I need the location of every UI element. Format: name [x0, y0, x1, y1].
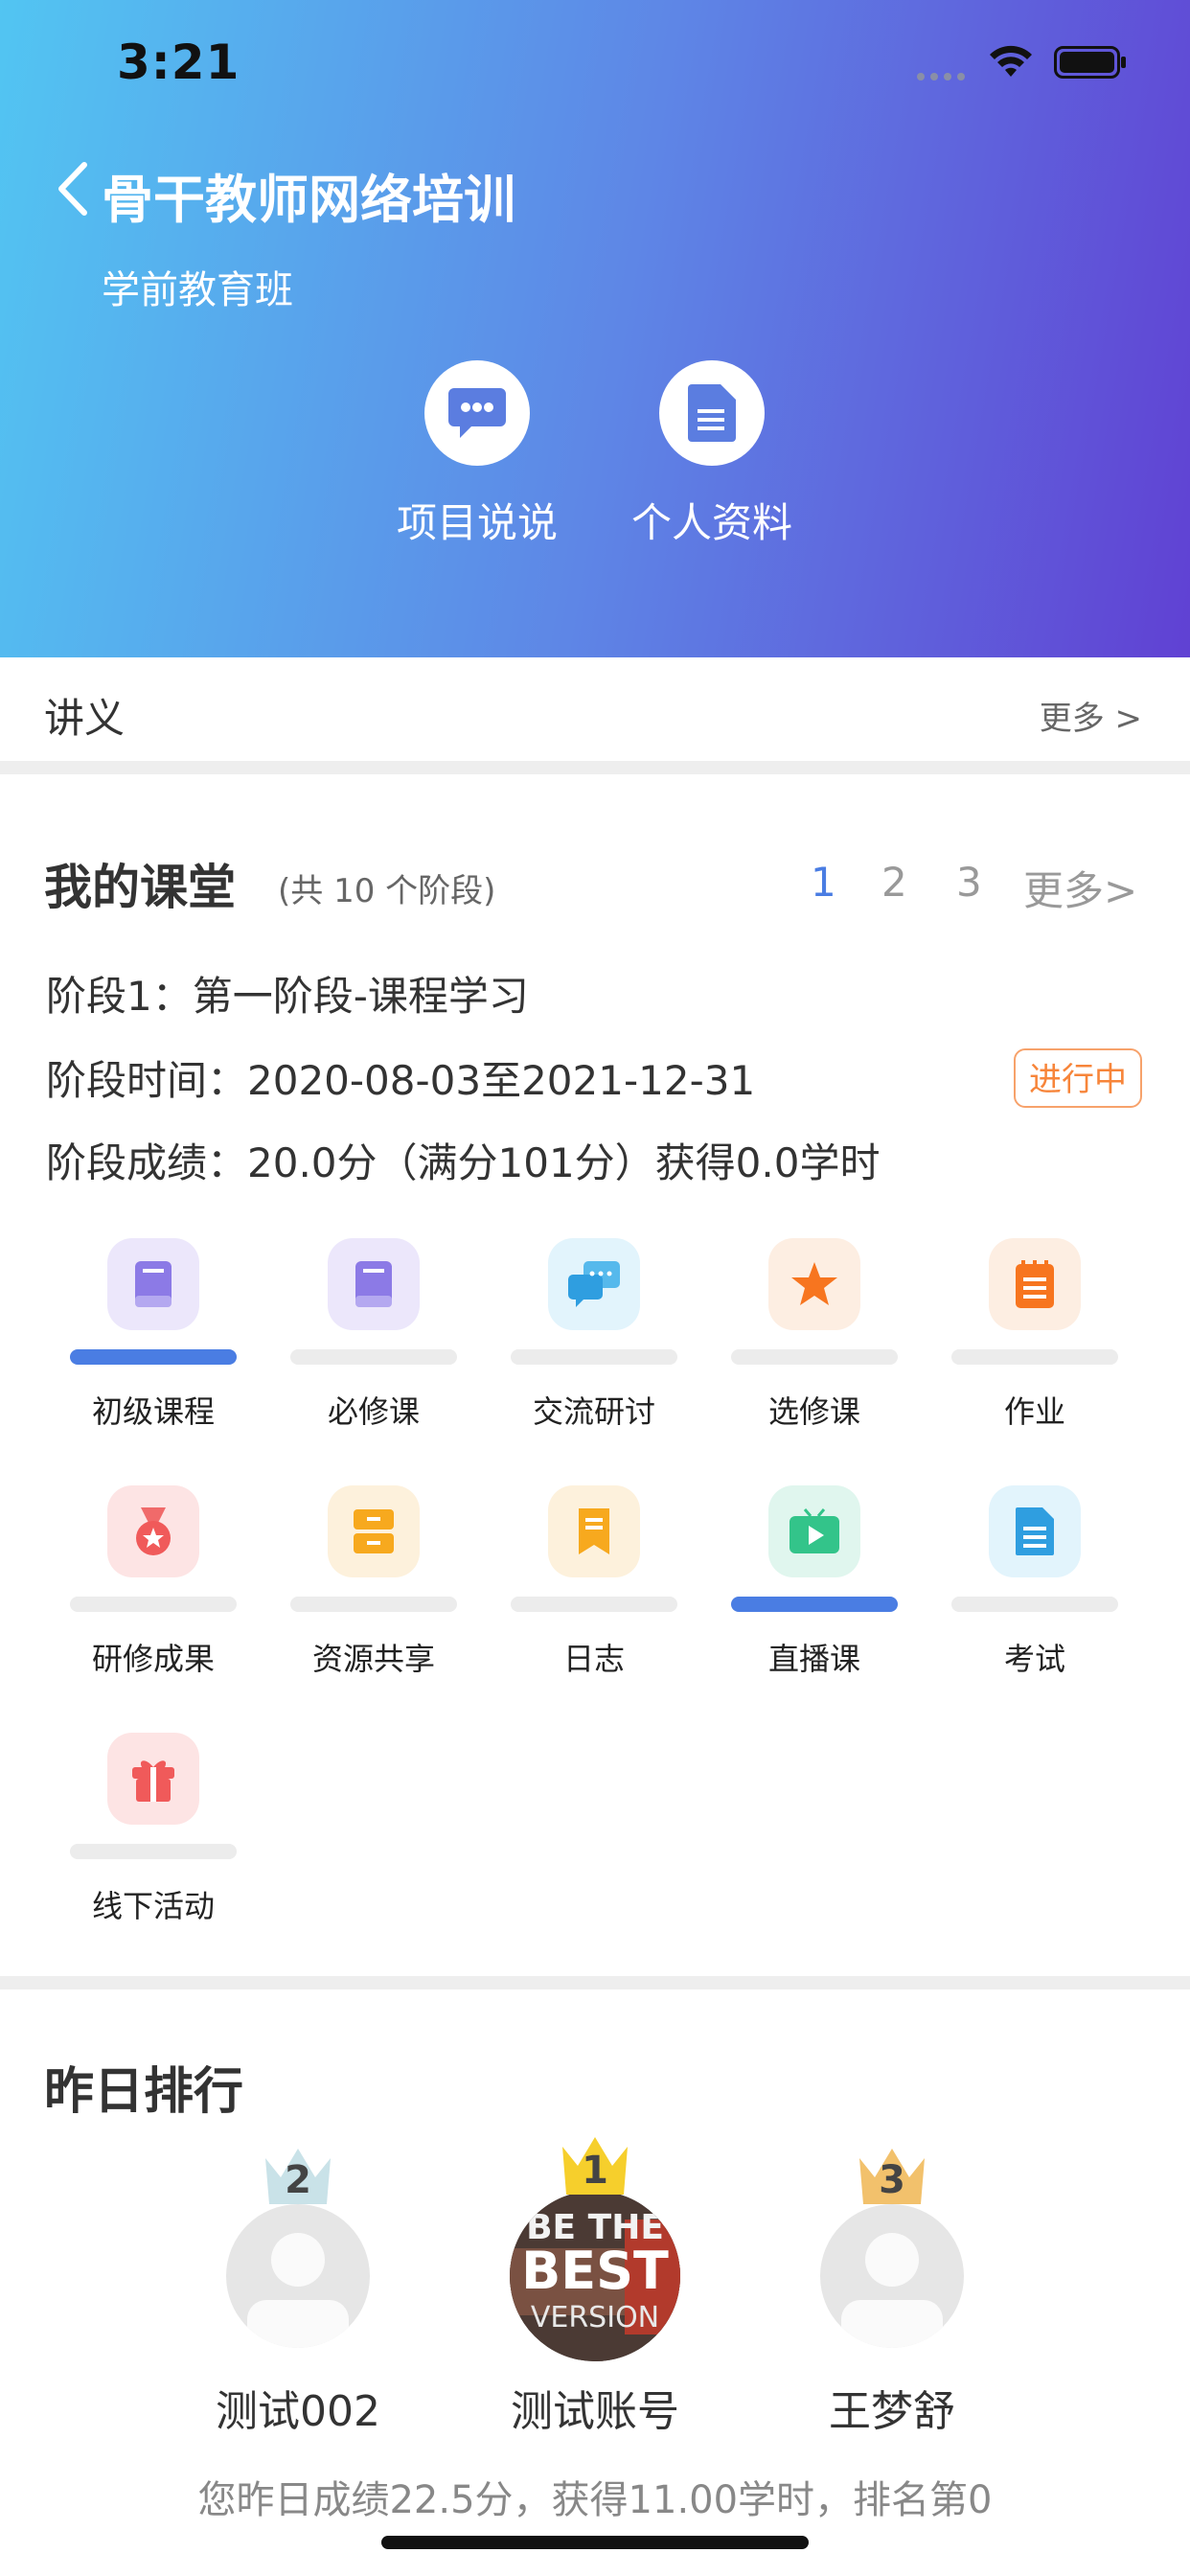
module-required-course[interactable]: 必修课 [263, 1238, 484, 1432]
rank-user-1[interactable]: BE THE BEST VERSION 1 测试账号 [480, 2137, 710, 2438]
profile-button[interactable]: 个人资料 [616, 360, 808, 549]
section-divider [0, 1976, 1190, 1990]
medal-icon [107, 1485, 199, 1577]
wifi-icon [990, 45, 1032, 77]
page-title: 骨干教师网络培训 [102, 170, 515, 230]
star-icon [768, 1238, 860, 1330]
module-exam[interactable]: 考试 [925, 1485, 1145, 1679]
cabinet-icon [328, 1485, 420, 1577]
project-talk-label: 项目说说 [396, 499, 558, 546]
rank-number: 1 [582, 2149, 608, 2193]
progress-bar [951, 1349, 1118, 1365]
module-label: 初级课程 [91, 1393, 215, 1430]
rank-user-name: 测试账号 [511, 2387, 679, 2436]
avatar [820, 2204, 964, 2348]
module-offline-activity[interactable]: 线下活动 [43, 1733, 263, 1926]
avatar [226, 2204, 370, 2348]
crown-bronze-icon: 3 [854, 2145, 930, 2206]
back-arrow-icon[interactable] [50, 157, 98, 220]
stage-score: 阶段成绩：20.0分（满分101分）获得0.0学时 [46, 1139, 881, 1186]
rank-user-name: 王梦舒 [829, 2387, 955, 2436]
handout-section: 讲义 更多 > [0, 657, 1190, 761]
profile-label: 个人资料 [630, 499, 792, 546]
module-journal[interactable]: 日志 [484, 1485, 704, 1679]
stage-page-1[interactable]: 1 [811, 859, 836, 906]
status-time: 3:21 [117, 34, 240, 90]
module-label: 日志 [562, 1641, 625, 1677]
crown-gold-icon: 1 [557, 2133, 633, 2196]
gift-icon [107, 1733, 199, 1825]
document-icon [659, 360, 765, 466]
progress-bar [70, 1597, 237, 1612]
module-label: 研修成果 [91, 1641, 215, 1677]
module-label: 选修课 [767, 1393, 860, 1430]
module-homework[interactable]: 作业 [925, 1238, 1145, 1432]
module-live-course[interactable]: 直播课 [704, 1485, 925, 1679]
module-discussion[interactable]: 交流研讨 [484, 1238, 704, 1432]
avatar: BE THE BEST VERSION [510, 2191, 680, 2361]
progress-bar [731, 1349, 898, 1365]
book-icon [328, 1238, 420, 1330]
progress-bar [511, 1349, 677, 1365]
stage-time: 阶段时间：2020-08-03至2021-12-31 [46, 1057, 756, 1104]
module-label: 资源共享 [311, 1641, 435, 1677]
header-banner: 3:21 骨干教师网络培训 学前教育班 项目说说 个人资料 [0, 0, 1190, 657]
progress-bar [290, 1597, 457, 1612]
classroom-stage-count: (共 10 个阶段) [278, 872, 496, 910]
bookmark-icon [548, 1485, 640, 1577]
rank-number: 3 [879, 2158, 905, 2202]
module-label: 直播课 [767, 1641, 860, 1677]
stage-name: 阶段1：第一阶段-课程学习 [46, 973, 529, 1020]
avatar-text-line: VERSION [531, 2301, 659, 2334]
progress-bar [511, 1597, 677, 1612]
stage-page-3[interactable]: 3 [956, 859, 982, 906]
notepad-icon [989, 1238, 1081, 1330]
cellular-signal-icon [917, 73, 965, 80]
tv-play-icon [768, 1485, 860, 1577]
classroom-title: 我的课堂 [44, 860, 236, 915]
module-label: 线下活动 [91, 1888, 215, 1924]
rank-user-3[interactable]: 3 王梦舒 [777, 2149, 1007, 2438]
module-beginner-course[interactable]: 初级课程 [43, 1238, 263, 1432]
rank-number: 2 [285, 2158, 311, 2202]
module-label: 交流研讨 [532, 1393, 655, 1430]
classroom-more-link[interactable]: 更多> [1023, 859, 1137, 917]
avatar-text-line: BEST [521, 2241, 669, 2301]
home-indicator[interactable] [381, 2536, 809, 2549]
battery-icon [1054, 46, 1126, 79]
status-badge: 进行中 [1014, 1048, 1142, 1108]
handout-more-link[interactable]: 更多 > [1040, 692, 1142, 739]
module-label: 考试 [1003, 1641, 1065, 1677]
rank-user-2[interactable]: 2 测试002 [183, 2149, 413, 2438]
module-elective-course[interactable]: 选修课 [704, 1238, 925, 1432]
progress-bar [70, 1349, 237, 1365]
section-divider [0, 761, 1190, 774]
progress-bar [290, 1349, 457, 1365]
chat-bubble-icon [424, 360, 530, 466]
module-research-results[interactable]: 研修成果 [43, 1485, 263, 1679]
rank-user-name: 测试002 [216, 2387, 380, 2436]
book-icon [107, 1238, 199, 1330]
exam-paper-icon [989, 1485, 1081, 1577]
progress-bar [731, 1597, 898, 1612]
page-subtitle: 学前教育班 [102, 268, 293, 312]
progress-bar [70, 1844, 237, 1859]
module-label: 作业 [1003, 1393, 1065, 1430]
discussion-icon [548, 1238, 640, 1330]
crown-silver-icon: 2 [260, 2145, 336, 2206]
project-talk-button[interactable]: 项目说说 [381, 360, 573, 549]
progress-bar [951, 1597, 1118, 1612]
ranking-title: 昨日排行 [44, 2063, 244, 2121]
stage-page-2[interactable]: 2 [881, 859, 907, 906]
ranking-summary: 您昨日成绩22.5分，获得11.00学时，排名第0 [197, 2478, 993, 2522]
module-label: 必修课 [327, 1393, 420, 1430]
module-resource-sharing[interactable]: 资源共享 [263, 1485, 484, 1679]
handout-title: 讲义 [44, 695, 126, 742]
